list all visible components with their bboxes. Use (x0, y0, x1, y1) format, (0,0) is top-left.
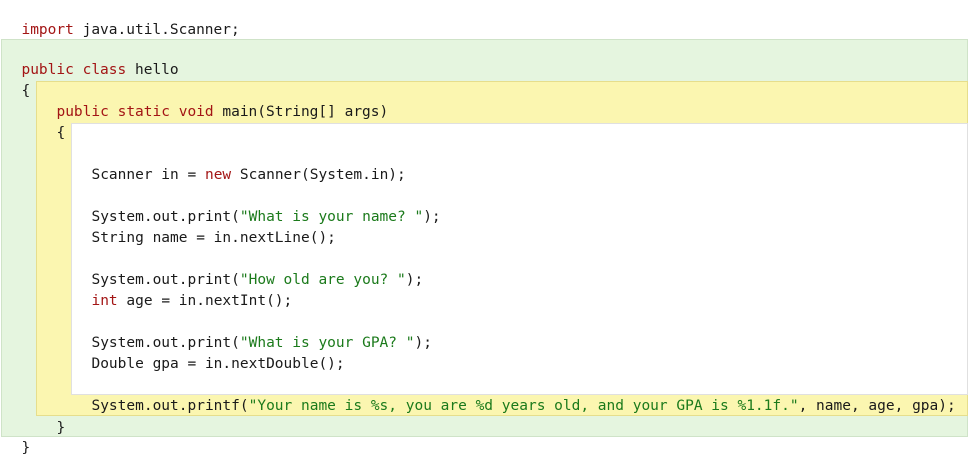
gpa-statement: Double gpa = in.nextDouble(); (91, 356, 345, 372)
code-line-method-open-brace[interactable]: { (39, 103, 65, 141)
code-line-read-gpa[interactable]: Double gpa = in.nextDouble(); (74, 334, 344, 372)
code-line-class-open-brace[interactable]: { (4, 61, 30, 99)
keyword-import: import (21, 22, 74, 38)
keyword-new: new (204, 167, 232, 183)
method-open-brace: { (56, 125, 66, 141)
code-line-print-name[interactable]: System.out.print("What is your name? "); (74, 187, 440, 225)
print-close: ); (423, 209, 441, 225)
string-literal: "Your name is %s, you are %d years old, … (248, 398, 799, 414)
keyword-int: int (91, 293, 118, 309)
method-signature: main(String[] args) (213, 104, 389, 120)
scanner-ctor: Scanner(System.in); (231, 167, 406, 183)
code-line-print-gpa[interactable]: System.out.print("What is your GPA? "); (74, 313, 431, 351)
code-line-method-close-brace[interactable]: } (39, 398, 65, 436)
printf-args: , name, age, gpa); (798, 398, 956, 414)
import-path: java.util.Scanner; (73, 22, 240, 38)
age-statement: age = in.nextInt(); (117, 293, 293, 309)
keyword-void: void (178, 104, 214, 120)
print-close: ); (405, 272, 424, 288)
code-line-printf[interactable]: System.out.printf("Your name is %s, you … (74, 376, 955, 414)
print-close: ); (414, 335, 432, 351)
code-line-method-declaration[interactable]: public static void main(String[] args) (39, 82, 388, 120)
class-close-brace: } (21, 440, 31, 456)
code-line-class-close-brace[interactable]: } (4, 418, 30, 456)
printf-call: System.out.printf( (91, 398, 249, 414)
code-line-read-age[interactable]: int age = in.nextInt(); (74, 271, 292, 309)
class-name: hello (126, 62, 179, 78)
keyword-static: static (117, 104, 170, 120)
name-statement: String name = in.nextLine(); (91, 230, 336, 246)
code-line-read-name[interactable]: String name = in.nextLine(); (74, 208, 335, 246)
keyword-class: class (82, 62, 127, 78)
code-line-print-age[interactable]: System.out.print("How old are you? "); (74, 250, 423, 288)
code-line-class-declaration[interactable]: public class hello (4, 40, 178, 78)
class-open-brace: { (21, 83, 31, 99)
code-line-import[interactable]: import java.util.Scanner; (4, 0, 239, 38)
code-line-scanner[interactable]: Scanner in = new Scanner(System.in); (74, 145, 405, 183)
scanner-decl: Scanner in = (91, 167, 205, 183)
method-close-brace: } (56, 420, 66, 436)
